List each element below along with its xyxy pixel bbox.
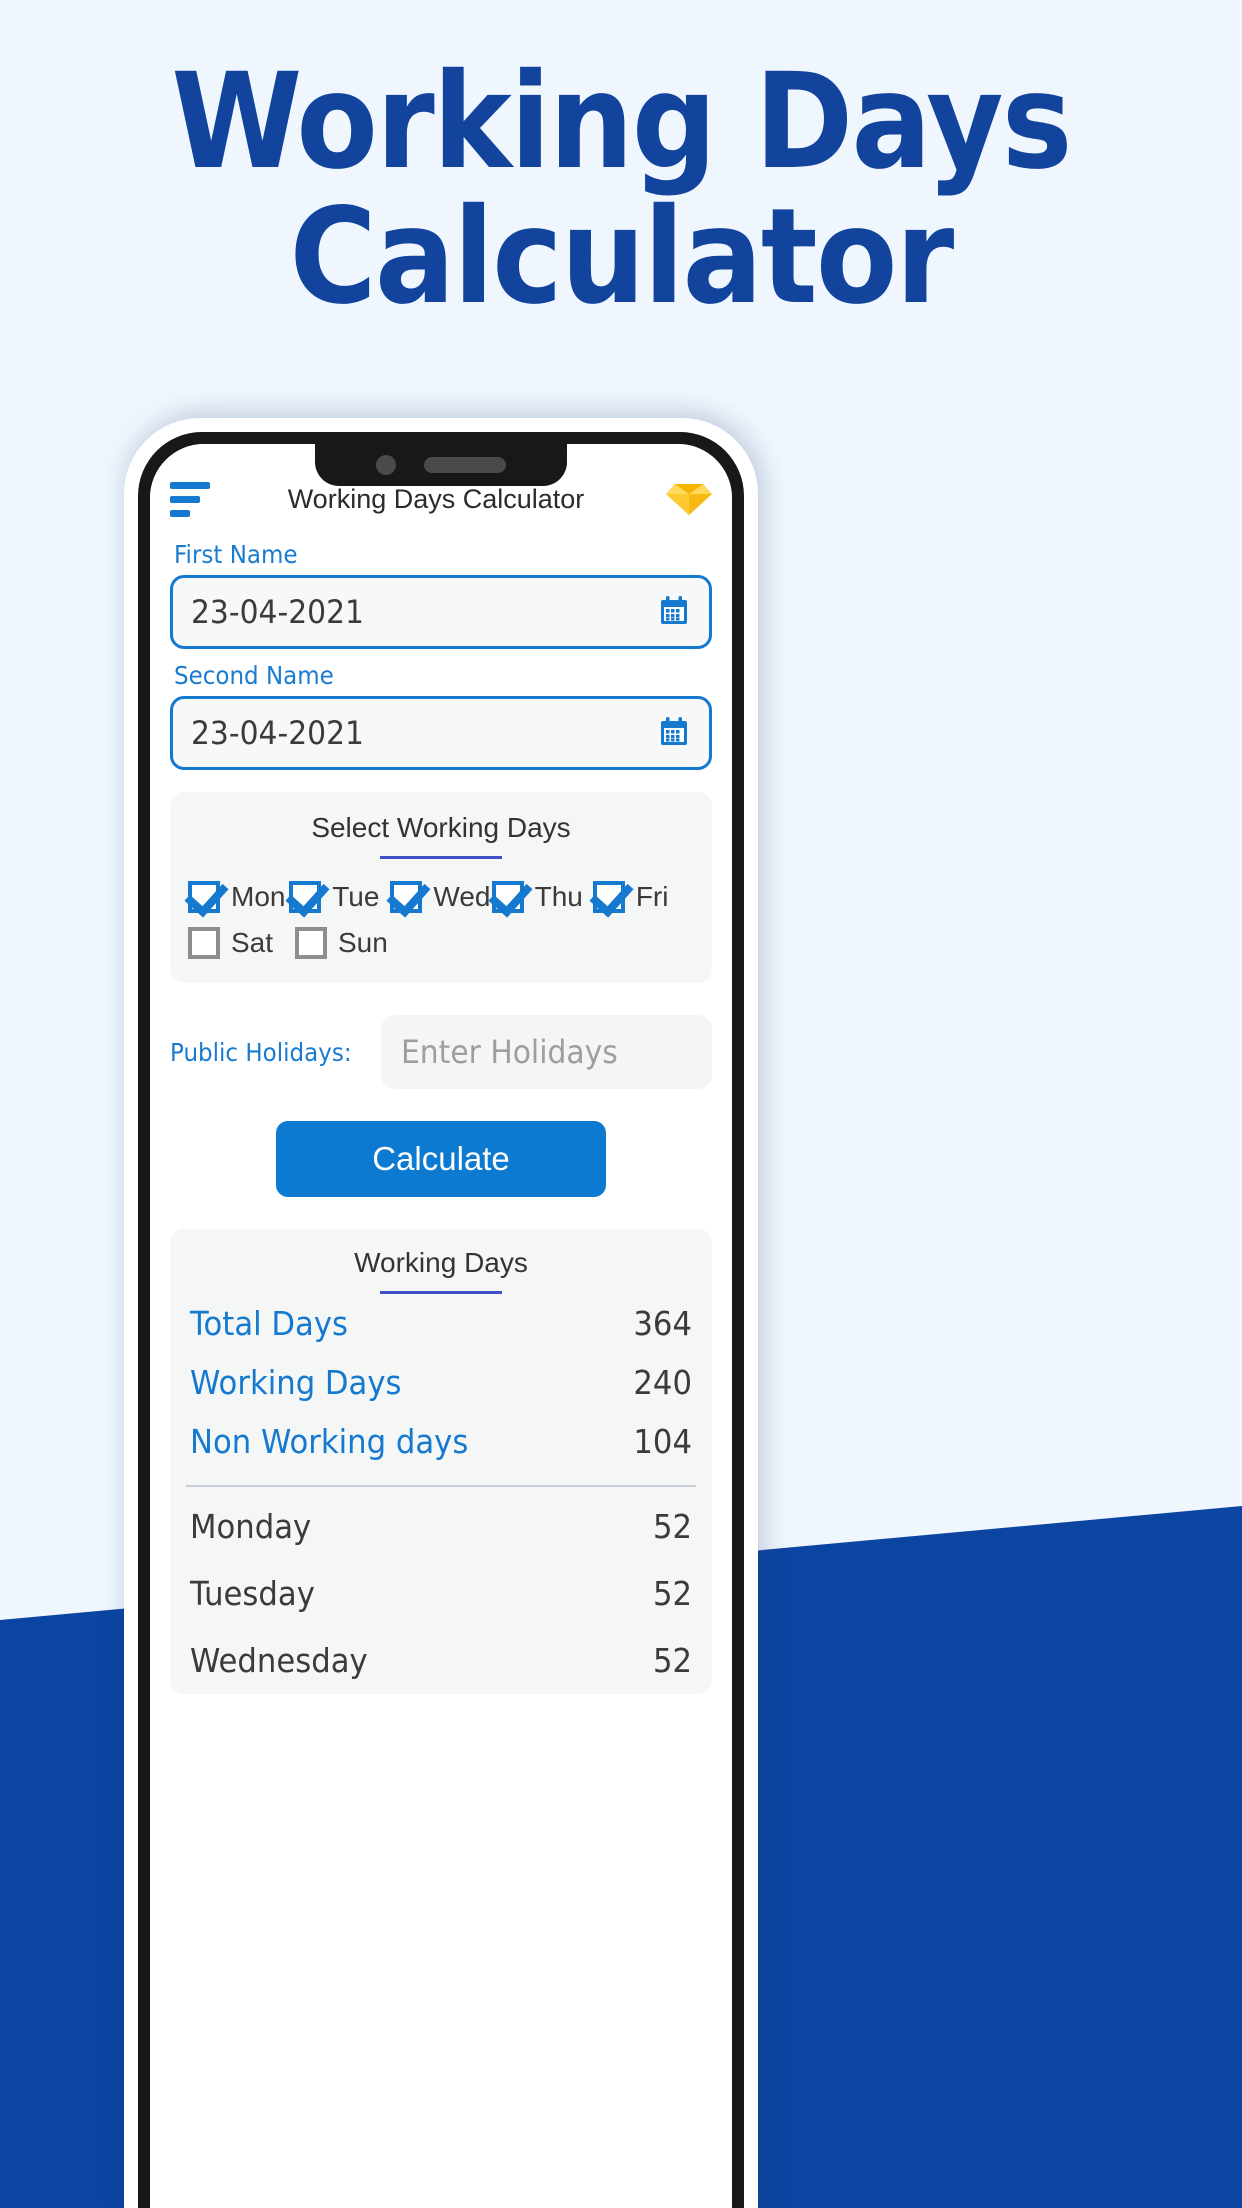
weekday-row-wednesday: Wednesday 52 xyxy=(184,1627,698,1694)
day-checkbox-group: Mon Tue Wed Thu Fri Sat Sun xyxy=(188,881,694,959)
front-camera-icon xyxy=(376,455,396,475)
hero-title: Working Days Calculator xyxy=(62,55,1180,324)
day-checkbox-fri[interactable]: Fri xyxy=(592,881,694,913)
hamburger-bar-2 xyxy=(170,495,200,503)
result-label: Non Working days xyxy=(190,1422,469,1461)
day-checkbox-row-2: Sat Sun xyxy=(188,927,694,959)
day-checkbox-wed[interactable]: Wed xyxy=(390,881,491,913)
results-title: Working Days xyxy=(354,1247,528,1278)
hamburger-bar-1 xyxy=(170,481,210,489)
phone-notch xyxy=(315,444,567,486)
weekday-row-tuesday: Tuesday 52 xyxy=(184,1560,698,1627)
day-checkbox-tue[interactable]: Tue xyxy=(289,881,390,913)
checkbox-checked-icon[interactable] xyxy=(289,881,322,913)
result-value: 104 xyxy=(633,1422,692,1461)
result-value: 364 xyxy=(633,1304,692,1343)
public-holidays-placeholder: Enter Holidays xyxy=(401,1033,619,1071)
first-date-input[interactable]: 23-04-2021 xyxy=(170,575,712,649)
calendar-icon[interactable] xyxy=(657,716,691,750)
results-card: Working Days Total Days 364 Working Days… xyxy=(170,1229,712,1694)
day-label: Wed xyxy=(433,881,491,912)
checkbox-unchecked-icon[interactable] xyxy=(295,927,327,959)
result-row-non-working-days: Non Working days 104 xyxy=(184,1412,698,1471)
diamond-icon[interactable] xyxy=(666,482,712,516)
app-content: Working Days Calculator First Name 23-04… xyxy=(150,444,732,2208)
day-label: Mon xyxy=(231,881,286,912)
day-label: Tue xyxy=(332,881,380,912)
select-working-days-card: Select Working Days Mon Tue Wed Thu Fri … xyxy=(170,792,712,983)
public-holidays-row: Public Holidays: Enter Holidays xyxy=(170,1015,712,1089)
first-date-label: First Name xyxy=(174,540,298,569)
day-checkbox-sat[interactable]: Sat xyxy=(188,927,295,959)
weekday-label: Monday xyxy=(190,1507,312,1546)
checkbox-checked-icon[interactable] xyxy=(491,881,524,913)
checkbox-unchecked-icon[interactable] xyxy=(188,927,220,959)
result-row-working-days: Working Days 240 xyxy=(184,1353,698,1412)
weekday-label: Tuesday xyxy=(190,1574,315,1613)
day-checkbox-thu[interactable]: Thu xyxy=(491,881,593,913)
day-label: Sun xyxy=(338,927,388,958)
result-value: 240 xyxy=(633,1363,692,1402)
second-date-input[interactable]: 23-04-2021 xyxy=(170,696,712,770)
result-label: Working Days xyxy=(190,1363,402,1402)
day-label: Fri xyxy=(635,881,669,912)
checkbox-checked-icon[interactable] xyxy=(592,881,625,913)
phone-bezel: Working Days Calculator First Name 23-04… xyxy=(138,432,744,2208)
calculate-button[interactable]: Calculate xyxy=(276,1121,606,1197)
day-label: Sat xyxy=(231,927,274,958)
result-label: Total Days xyxy=(190,1304,349,1343)
day-checkbox-sun[interactable]: Sun xyxy=(295,927,402,959)
day-checkbox-row-1: Mon Tue Wed Thu Fri xyxy=(188,881,694,913)
hero-title-line-2: Calculator xyxy=(289,179,955,334)
first-date-value: 23-04-2021 xyxy=(191,593,364,631)
weekday-value: 52 xyxy=(652,1507,692,1546)
weekday-row-monday: Monday 52 xyxy=(184,1493,698,1560)
results-divider xyxy=(186,1485,696,1487)
hero-title-line-1: Working Days xyxy=(171,45,1072,199)
day-checkbox-mon[interactable]: Mon xyxy=(188,881,289,913)
weekday-label: Wednesday xyxy=(190,1641,368,1680)
checkbox-checked-icon[interactable] xyxy=(188,881,220,913)
phone-mockup: Working Days Calculator First Name 23-04… xyxy=(124,418,758,2208)
phone-screen: Working Days Calculator First Name 23-04… xyxy=(150,444,732,2208)
hamburger-bar-3 xyxy=(170,509,190,517)
app-bar-title: Working Days Calculator xyxy=(287,483,585,514)
checkbox-checked-icon[interactable] xyxy=(390,881,423,913)
calculate-button-wrap: Calculate xyxy=(170,1121,712,1197)
earpiece-speaker-icon xyxy=(424,457,506,473)
screenshot-stage: Working Days Calculator Working Days Cal… xyxy=(0,0,1242,2208)
public-holidays-input[interactable]: Enter Holidays xyxy=(381,1015,712,1089)
calendar-icon[interactable] xyxy=(657,595,691,629)
weekday-value: 52 xyxy=(652,1574,692,1613)
select-working-days-title: Select Working Days xyxy=(311,812,571,843)
title-underline xyxy=(380,856,502,859)
public-holidays-label: Public Holidays: xyxy=(170,1037,352,1067)
weekday-value: 52 xyxy=(652,1641,692,1680)
day-label: Thu xyxy=(534,881,583,912)
result-row-total-days: Total Days 364 xyxy=(184,1294,698,1353)
second-date-label: Second Name xyxy=(174,661,334,690)
second-date-value: 23-04-2021 xyxy=(191,714,364,752)
